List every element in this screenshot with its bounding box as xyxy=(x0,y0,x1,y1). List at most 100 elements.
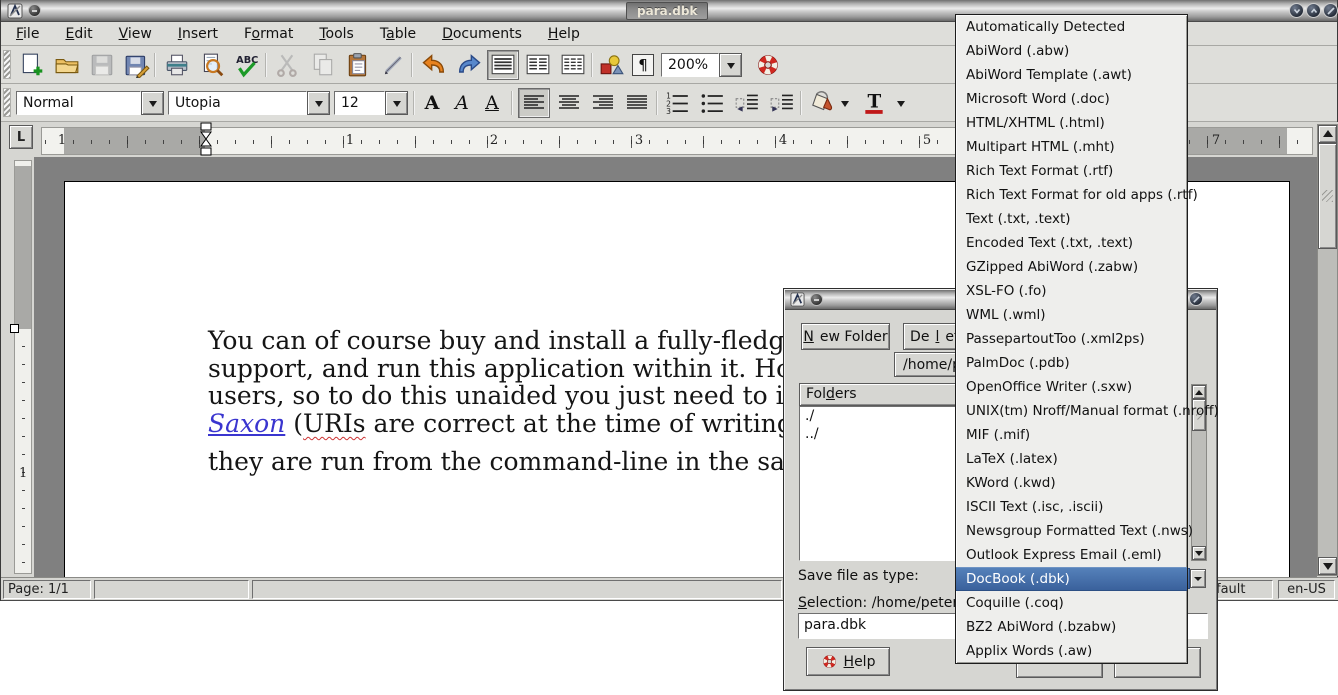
toolbar-grip[interactable] xyxy=(3,50,11,79)
bold-button[interactable]: A xyxy=(419,89,445,117)
font-size-select[interactable]: 12 xyxy=(334,91,385,115)
font-dropdown-button[interactable] xyxy=(307,91,330,115)
undo-button[interactable] xyxy=(419,51,449,79)
stylus-button[interactable] xyxy=(378,51,408,79)
zoom-dropdown-button[interactable] xyxy=(719,53,742,77)
underline-button[interactable]: A xyxy=(479,89,505,117)
file-type-option[interactable]: XSL-FO (.fo) xyxy=(956,279,1187,303)
file-type-option[interactable]: Coquille (.coq) xyxy=(956,591,1187,615)
indent-markers[interactable] xyxy=(199,122,213,162)
new-folder-button[interactable]: New Folder xyxy=(801,323,890,350)
spellcheck-button[interactable]: ABC xyxy=(232,51,262,79)
window-menu-button[interactable] xyxy=(810,293,823,306)
highlight-color-button[interactable] xyxy=(807,89,837,117)
style-dropdown-button[interactable] xyxy=(141,91,164,115)
document-scrollbar[interactable] xyxy=(1317,124,1338,576)
file-type-option[interactable]: HTML/XHTML (.html) xyxy=(956,111,1187,135)
scroll-down-button[interactable] xyxy=(1318,557,1337,575)
help-button[interactable] xyxy=(753,51,783,79)
folders-list-header[interactable]: Folders xyxy=(799,383,961,406)
folders-list[interactable]: ./../ xyxy=(799,406,961,561)
bulleted-list-button[interactable] xyxy=(697,89,727,117)
align-right-button[interactable] xyxy=(588,89,618,117)
maximize-button[interactable] xyxy=(1306,3,1321,18)
file-type-option[interactable]: WML (.wml) xyxy=(956,303,1187,327)
file-type-option[interactable]: PassepartoutToo (.xml2ps) xyxy=(956,327,1187,351)
menu-tools[interactable]: Tools xyxy=(316,24,357,44)
file-type-option[interactable]: UNIX(tm) Nroff/Manual format (.nroff) xyxy=(956,399,1187,423)
increase-indent-button[interactable] xyxy=(767,89,797,117)
file-type-option[interactable]: KWord (.kwd) xyxy=(956,471,1187,495)
new-document-button[interactable] xyxy=(17,51,47,79)
redo-button[interactable] xyxy=(454,51,484,79)
file-type-option[interactable]: Newsgroup Formatted Text (.nws) xyxy=(956,519,1187,543)
menu-table[interactable]: Table xyxy=(377,24,419,44)
tab-stop-selector[interactable]: L xyxy=(9,125,33,149)
file-type-option[interactable]: Rich Text Format (.rtf) xyxy=(956,159,1187,183)
status-language-indicator[interactable]: en-US xyxy=(1278,580,1335,599)
file-type-option[interactable]: BZ2 AbiWord (.bzabw) xyxy=(956,615,1187,639)
scroll-down-button[interactable] xyxy=(1192,546,1206,560)
file-type-option[interactable]: Rich Text Format for old apps (.rtf) xyxy=(956,183,1187,207)
folder-list-item[interactable]: ./ xyxy=(800,407,960,425)
file-type-option[interactable]: DocBook (.dbk) xyxy=(956,567,1187,591)
decrease-indent-button[interactable] xyxy=(732,89,762,117)
menu-file[interactable]: File xyxy=(13,24,42,44)
text-color-dropdown[interactable] xyxy=(893,91,909,115)
folder-list-item[interactable]: ../ xyxy=(800,425,960,443)
menu-format[interactable]: Format xyxy=(241,24,296,44)
file-type-option[interactable]: Applix Words (.aw) xyxy=(956,639,1187,663)
close-button[interactable] xyxy=(1323,3,1338,18)
show-formatting-marks-button[interactable]: ¶ xyxy=(630,51,656,79)
vruler-margin-marker[interactable] xyxy=(10,324,19,333)
scroll-up-button[interactable] xyxy=(1318,125,1337,143)
file-type-option[interactable]: PalmDoc (.pdb) xyxy=(956,351,1187,375)
print-button[interactable] xyxy=(162,51,192,79)
menu-view[interactable]: View xyxy=(116,24,155,44)
toolbar-grip[interactable] xyxy=(3,88,11,117)
file-type-dropdown-button[interactable] xyxy=(1190,569,1206,588)
zoom-input[interactable]: 200% xyxy=(661,53,719,77)
file-type-option[interactable]: Multipart HTML (.mht) xyxy=(956,135,1187,159)
file-type-option[interactable]: AbiWord Template (.awt) xyxy=(956,63,1187,87)
insert-symbol-button[interactable] xyxy=(597,51,627,79)
font-size-dropdown-button[interactable] xyxy=(385,91,408,115)
text-color-button[interactable]: T xyxy=(859,89,889,117)
style-select[interactable]: Normal xyxy=(16,91,141,115)
file-type-option[interactable]: OpenOffice Writer (.sxw) xyxy=(956,375,1187,399)
file-type-option[interactable]: Automatically Detected xyxy=(956,15,1187,39)
open-file-button[interactable] xyxy=(52,51,82,79)
copy-button[interactable] xyxy=(308,51,338,79)
align-justify-button[interactable] xyxy=(622,89,652,117)
font-select[interactable]: Utopia xyxy=(168,91,307,115)
align-center-button[interactable] xyxy=(554,89,584,117)
highlight-color-dropdown[interactable] xyxy=(837,91,853,115)
cut-button[interactable] xyxy=(273,51,303,79)
file-type-option[interactable]: MIF (.mif) xyxy=(956,423,1187,447)
scroll-up-button[interactable] xyxy=(1192,385,1206,399)
view-two-column-button[interactable] xyxy=(523,51,553,79)
file-type-option[interactable]: Encoded Text (.txt, .text) xyxy=(956,231,1187,255)
paste-button[interactable] xyxy=(343,51,373,79)
file-type-option[interactable]: Microsoft Word (.doc) xyxy=(956,87,1187,111)
file-type-option[interactable]: GZipped AbiWord (.zabw) xyxy=(956,255,1187,279)
file-type-option[interactable]: Outlook Express Email (.eml) xyxy=(956,543,1187,567)
view-three-column-button[interactable] xyxy=(558,51,588,79)
minimize-button[interactable] xyxy=(1289,3,1304,18)
print-preview-button[interactable] xyxy=(197,51,227,79)
numbered-list-button[interactable]: 123 xyxy=(662,89,692,117)
file-type-option[interactable]: AbiWord (.abw) xyxy=(956,39,1187,63)
window-menu-button[interactable] xyxy=(28,4,41,17)
file-type-option[interactable]: Text (.txt, .text) xyxy=(956,207,1187,231)
italic-button[interactable]: A xyxy=(449,89,475,117)
save-as-button[interactable] xyxy=(122,51,152,79)
dialog-help-button[interactable]: Help xyxy=(806,647,890,676)
file-type-option[interactable]: ISCII Text (.isc, .iscii) xyxy=(956,495,1187,519)
file-type-option[interactable]: LaTeX (.latex) xyxy=(956,447,1187,471)
scrollbar-thumb[interactable] xyxy=(1318,143,1337,249)
save-button[interactable] xyxy=(87,51,117,79)
view-normal-button[interactable] xyxy=(487,50,519,80)
menu-insert[interactable]: Insert xyxy=(175,24,221,44)
align-left-button[interactable] xyxy=(518,88,550,118)
vertical-ruler[interactable]: 1 xyxy=(14,160,32,574)
